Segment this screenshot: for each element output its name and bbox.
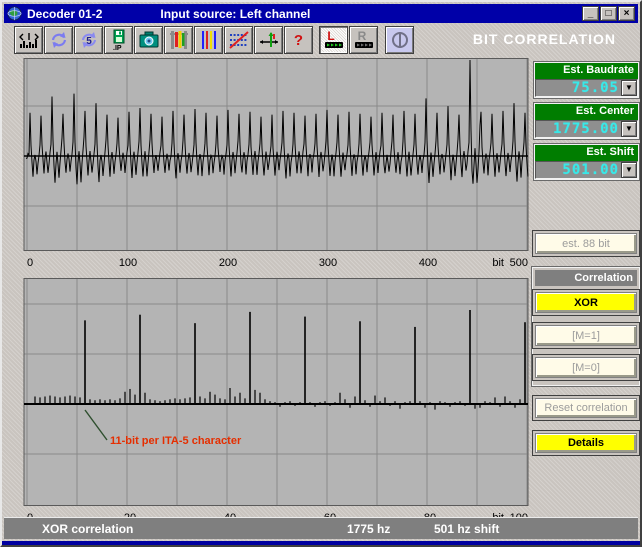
xor-button[interactable]: XOR	[535, 292, 637, 313]
m1-button-frame: [M=1]	[532, 322, 640, 349]
color-bars-icon	[169, 31, 188, 49]
est-bits-button-frame: est. 88 bit	[532, 230, 640, 257]
annotation-text: 11-bit per ITA-5 character	[110, 435, 242, 447]
title-bar[interactable]: Decoder 01-2 Input source: Left channel …	[4, 4, 638, 23]
est-shift-value: 501.00	[562, 162, 619, 178]
right-channel-button[interactable]: R	[349, 26, 378, 54]
axis-icon	[259, 32, 278, 47]
svg-text:300: 300	[319, 257, 337, 269]
phase-icon	[391, 32, 408, 48]
est-shift-label: Est. Shift	[535, 145, 638, 161]
details-button[interactable]: Details	[535, 433, 637, 453]
svg-text:bit: bit	[492, 257, 504, 269]
window-title: Decoder 01-2	[27, 6, 103, 21]
help-button[interactable]: ?	[284, 26, 313, 54]
stripes-icon	[201, 31, 216, 49]
spectrum-icon	[18, 33, 39, 48]
est-shift-group: Est. Shift 501.00 ▼	[533, 143, 640, 181]
axis-button[interactable]	[254, 26, 283, 54]
lower-chart: 11-bit per ITA-5 character020406080bit10…	[23, 278, 529, 526]
svg-text:100: 100	[119, 257, 137, 269]
input-source-label: Input source: Left channel	[160, 6, 311, 21]
svg-text:R: R	[357, 29, 366, 43]
status-center-freq: 1775 hz	[347, 522, 391, 536]
svg-text:500: 500	[510, 257, 528, 269]
est-baudrate-value: 75.05	[571, 80, 619, 96]
m0-button[interactable]: [M=0]	[535, 357, 637, 378]
close-button[interactable]: ×	[618, 6, 635, 21]
maximize-button[interactable]: □	[600, 6, 617, 21]
svg-text:0: 0	[27, 257, 33, 269]
est-shift-dropdown[interactable]: ▼	[621, 162, 637, 178]
m0-button-frame: [M=0]	[532, 354, 640, 381]
color-bars-button[interactable]	[164, 26, 193, 54]
toolbar: 5 .IP ? L R BIT CORRELATION	[4, 23, 638, 57]
xor-button-frame: XOR	[532, 289, 640, 316]
est-bits-button[interactable]: est. 88 bit	[535, 233, 637, 254]
refresh-button[interactable]	[44, 26, 73, 54]
svg-text:200: 200	[219, 257, 237, 269]
grid-off-button[interactable]	[224, 26, 253, 54]
phase-button[interactable]	[385, 26, 414, 54]
chevron-down-icon: ▼	[625, 165, 633, 174]
help-icon: ?	[293, 31, 304, 49]
left-channel-button[interactable]: L	[319, 26, 348, 54]
svg-text:L: L	[327, 29, 334, 43]
chevron-down-icon: ▼	[625, 83, 633, 92]
svg-text:5: 5	[86, 36, 92, 47]
save-ip-icon: .IP	[113, 29, 124, 51]
left-channel-icon: L	[324, 29, 343, 48]
details-frame: Details	[532, 430, 640, 456]
globe-icon	[7, 6, 22, 21]
view-title: BIT CORRELATION	[472, 31, 616, 47]
correlation-header: Correlation	[535, 270, 637, 286]
reset-correlation-button[interactable]: Reset correlation	[535, 398, 637, 418]
est-center-value: 1775.00	[552, 121, 619, 137]
right-channel-icon: R	[354, 29, 373, 48]
status-bar: XOR correlation 1775 hz 501 hz shift	[4, 517, 638, 539]
window-bottom-edge	[2, 541, 640, 545]
camera-button[interactable]	[134, 26, 163, 54]
camera-icon	[139, 31, 158, 48]
est-baudrate-label: Est. Baudrate	[535, 63, 638, 79]
est-center-group: Est. Center 1775.00 ▼	[533, 102, 640, 140]
m1-button[interactable]: [M=1]	[535, 325, 637, 346]
reset-correlation-frame: Reset correlation	[532, 395, 640, 421]
refresh-5s-button[interactable]: 5	[74, 26, 103, 54]
minimize-button[interactable]: _	[582, 6, 599, 21]
stripes-button[interactable]	[194, 26, 223, 54]
refresh-icon	[51, 32, 66, 48]
upper-chart: 0 100 200 300 400 bit 500	[23, 58, 529, 271]
app-window: Decoder 01-2 Input source: Left channel …	[0, 0, 642, 547]
status-mode: XOR correlation	[42, 522, 134, 536]
est-baudrate-dropdown[interactable]: ▼	[621, 80, 637, 96]
spectrum-button[interactable]	[14, 26, 43, 54]
grid-off-icon	[228, 31, 249, 49]
chevron-down-icon: ▼	[625, 124, 633, 133]
est-baudrate-group: Est. Baudrate 75.05 ▼	[533, 61, 640, 99]
est-center-dropdown[interactable]: ▼	[621, 121, 637, 137]
save-ip-button[interactable]: .IP	[104, 26, 133, 54]
est-center-label: Est. Center	[535, 104, 638, 120]
refresh-5s-icon: 5	[81, 32, 96, 48]
svg-text:.IP: .IP	[113, 45, 122, 51]
svg-text:400: 400	[419, 257, 437, 269]
status-shift-freq: 501 hz shift	[434, 522, 500, 536]
